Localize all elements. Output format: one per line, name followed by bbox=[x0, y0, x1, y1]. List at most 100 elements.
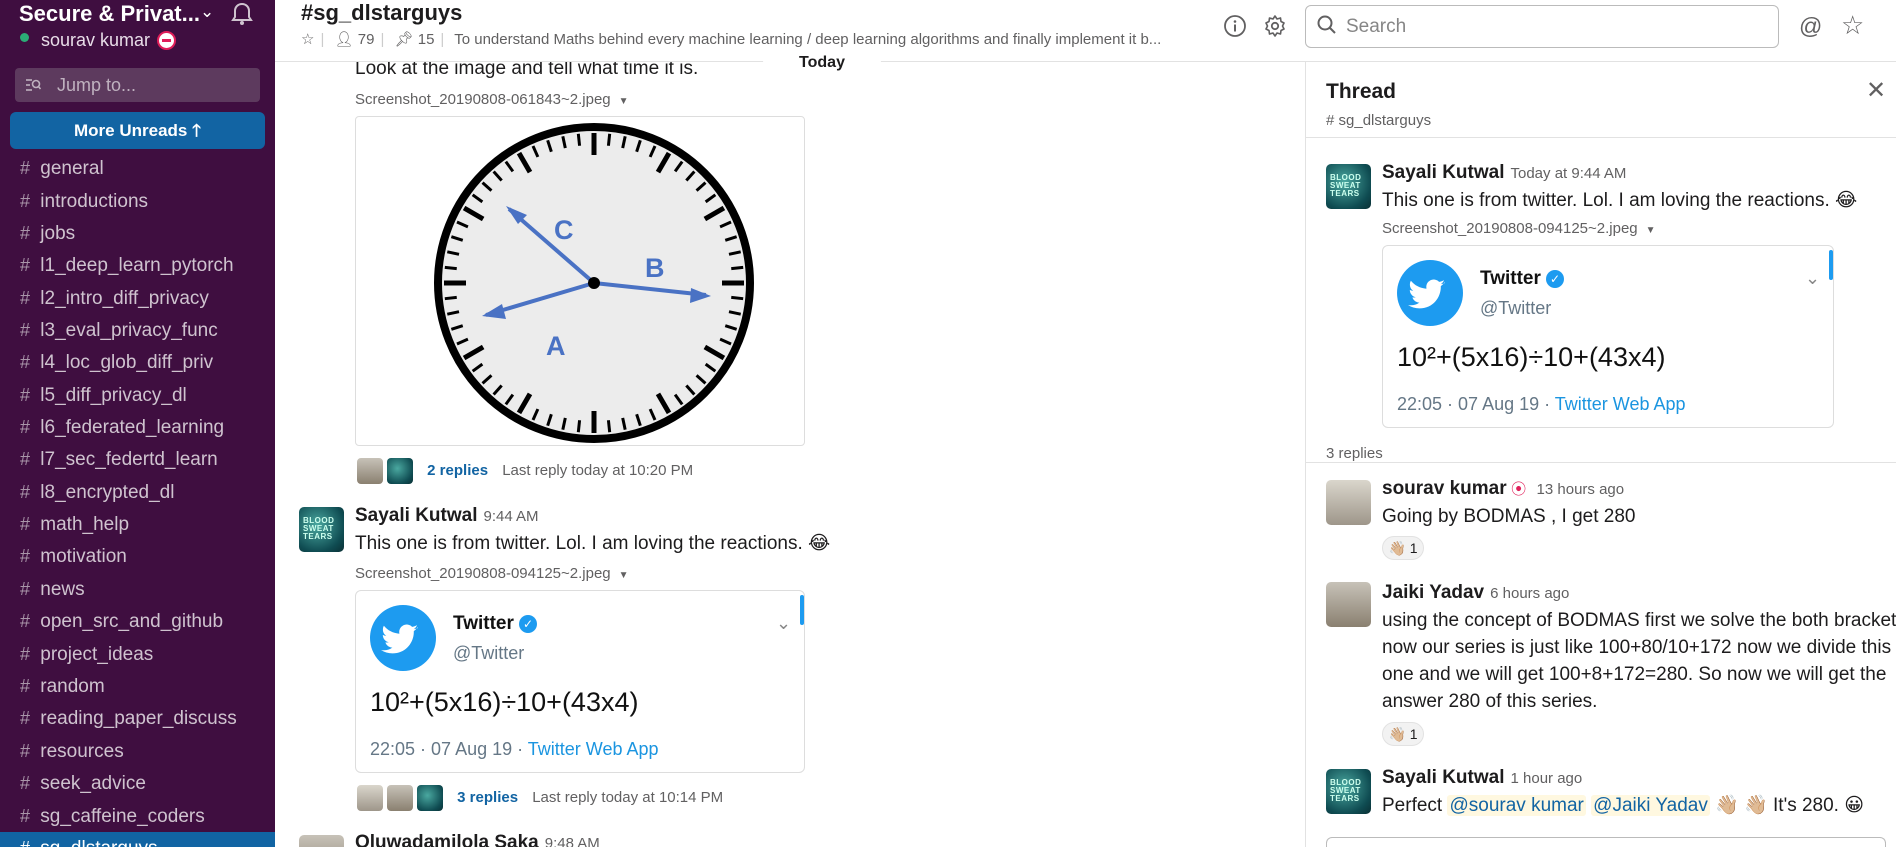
user-mention[interactable]: @sourav kumar bbox=[1447, 795, 1586, 816]
notification-bell-icon[interactable] bbox=[228, 0, 256, 28]
star-outline-icon[interactable]: ☆ bbox=[301, 31, 314, 48]
replies-link[interactable]: 2 replies bbox=[427, 462, 488, 479]
hash-icon: # bbox=[20, 191, 31, 211]
message-time[interactable]: 13 hours ago bbox=[1537, 481, 1625, 498]
thread-replies-bar[interactable]: 2 replies Last reply today at 10:20 PM bbox=[357, 458, 693, 488]
sidebar-item-sg-dlstarguys[interactable]: # sg_dlstarguys bbox=[0, 832, 275, 847]
more-unreads-button[interactable]: More Unreads 🡑 bbox=[10, 112, 265, 149]
caret-down-icon[interactable]: ▼ bbox=[619, 570, 629, 581]
starred-items-icon[interactable]: ☆ bbox=[1841, 10, 1864, 41]
file-name[interactable]: Screenshot_20190808-094125~2.jpeg bbox=[1382, 220, 1638, 237]
avatar[interactable] bbox=[1326, 480, 1371, 525]
sidebar-item-seek-advice[interactable]: # seek_advice bbox=[0, 767, 275, 799]
channel-label: jobs bbox=[40, 223, 76, 244]
thread-replies-bar[interactable]: 3 replies Last reply today at 10:14 PM bbox=[357, 785, 723, 815]
file-label[interactable]: Screenshot_20190808-094125~2.jpeg ▼ bbox=[355, 565, 629, 582]
avatar[interactable] bbox=[1326, 582, 1371, 627]
avatar bbox=[357, 785, 383, 811]
replies-link[interactable]: 3 replies bbox=[457, 789, 518, 806]
sender-name[interactable]: Sayali Kutwal bbox=[1382, 767, 1505, 788]
sidebar-item-random[interactable]: # random bbox=[0, 670, 275, 702]
sender-name[interactable]: Sayali Kutwal bbox=[355, 505, 478, 526]
gear-icon[interactable] bbox=[1263, 14, 1287, 38]
hash-icon: # bbox=[20, 255, 31, 275]
tweet-footer: 22:05 · 07 Aug 19 · Twitter Web App bbox=[370, 739, 659, 760]
chevron-down-icon[interactable]: ⌄ bbox=[200, 2, 214, 22]
sender-name[interactable]: sourav kumar bbox=[1382, 478, 1507, 499]
file-name[interactable]: Screenshot_20190808-061843~2.jpeg bbox=[355, 91, 611, 108]
workspace-name[interactable]: Secure & Privat... bbox=[19, 1, 200, 27]
jump-to-input[interactable]: Jump to... bbox=[15, 68, 260, 102]
tweet-image-attachment[interactable]: Twitter ✓ @Twitter ⌄ 10²+(5x16)÷10+(43x4… bbox=[1382, 245, 1834, 428]
pin-icon[interactable]: 📌︎ bbox=[395, 31, 414, 48]
clock-tick bbox=[731, 265, 744, 271]
sidebar-item-sg-caffeine[interactable]: # sg_caffeine_coders bbox=[0, 800, 275, 832]
sidebar-item-jobs[interactable]: # jobs bbox=[0, 217, 275, 249]
avatar[interactable]: BLOOD SWEAT TEARS bbox=[1326, 769, 1371, 814]
clock-label-b: B bbox=[645, 253, 665, 283]
info-icon[interactable] bbox=[1223, 14, 1247, 38]
sidebar-item-reading-paper[interactable]: # reading_paper_discuss bbox=[0, 702, 275, 734]
sidebar-item-general[interactable]: # general bbox=[0, 152, 275, 184]
sidebar-item-motivation[interactable]: # motivation bbox=[0, 540, 275, 572]
image-attachment[interactable]: A B C bbox=[355, 116, 805, 446]
sidebar-item-l4[interactable]: # l4_loc_glob_diff_priv bbox=[0, 346, 275, 378]
sidebar-item-l6[interactable]: # l6_federated_learning bbox=[0, 411, 275, 443]
channel-topic[interactable]: To understand Maths behind every machine… bbox=[454, 31, 1161, 48]
file-label[interactable]: Screenshot_20190808-061843~2.jpeg ▼ bbox=[355, 91, 629, 108]
sender-name[interactable]: Oluwadamilola Saka bbox=[355, 832, 539, 847]
hash-icon: # bbox=[20, 158, 31, 178]
sidebar-item-resources[interactable]: # resources bbox=[0, 735, 275, 767]
sidebar-item-math-help[interactable]: # math_help bbox=[0, 508, 275, 540]
message-time[interactable]: 1 hour ago bbox=[1511, 770, 1583, 787]
avatar[interactable]: BLOOD SWEAT TEARS bbox=[1326, 164, 1371, 209]
sidebar-item-l7[interactable]: # l7_sec_federtd_learn bbox=[0, 443, 275, 475]
file-name[interactable]: Screenshot_20190808-094125~2.jpeg bbox=[355, 565, 611, 582]
caret-down-icon[interactable]: ▼ bbox=[619, 96, 629, 107]
sender-name[interactable]: Jaiki Yadav bbox=[1382, 582, 1484, 603]
channel-label: l6_federated_learning bbox=[40, 417, 225, 438]
sidebar-item-l5[interactable]: # l5_diff_privacy_dl bbox=[0, 379, 275, 411]
current-user-name[interactable]: sourav kumar bbox=[41, 30, 150, 51]
clock-label-c: C bbox=[554, 215, 574, 245]
sidebar-item-introductions[interactable]: # introductions bbox=[0, 185, 275, 217]
avatar[interactable]: BLOOD SWEAT TEARS bbox=[299, 507, 344, 552]
file-label[interactable]: Screenshot_20190808-094125~2.jpeg ▼ bbox=[1382, 220, 1656, 237]
twitter-bird-icon bbox=[1397, 260, 1463, 326]
sidebar-item-open-src[interactable]: # open_src_and_github bbox=[0, 605, 275, 637]
reaction-wave[interactable]: 👋🏼 1 bbox=[1382, 722, 1424, 746]
members-icon[interactable]: 👤︎ bbox=[335, 31, 354, 48]
message-time[interactable]: 9:44 AM bbox=[484, 508, 539, 525]
mentions-icon[interactable]: @ bbox=[1799, 13, 1822, 40]
caret-down-icon[interactable]: ▼ bbox=[1646, 225, 1656, 236]
avatar[interactable] bbox=[299, 835, 344, 847]
sender-name[interactable]: Sayali Kutwal bbox=[1382, 162, 1505, 183]
sidebar-item-l3[interactable]: # l3_eval_privacy_func bbox=[0, 314, 275, 346]
member-count[interactable]: 79 bbox=[358, 31, 375, 48]
tweet-footer: 22:05 · 07 Aug 19 · Twitter Web App bbox=[1397, 394, 1686, 415]
channel-label: resources bbox=[40, 741, 124, 762]
message-time[interactable]: 6 hours ago bbox=[1490, 585, 1569, 602]
thread-channel[interactable]: # sg_dlstarguys bbox=[1326, 112, 1431, 129]
pinned-count[interactable]: 15 bbox=[418, 31, 435, 48]
channel-title[interactable]: #sg_dlstarguys bbox=[301, 0, 462, 26]
reaction-wave[interactable]: 👋🏼 1 bbox=[1382, 536, 1424, 560]
message-time[interactable]: 9:48 AM bbox=[545, 835, 600, 847]
channel-header: #sg_dlstarguys ☆ | 👤︎ 79 | 📌︎ 15 | To under… bbox=[275, 0, 1896, 62]
search-input[interactable]: Search bbox=[1305, 5, 1779, 48]
reply-composer[interactable] bbox=[1326, 837, 1886, 847]
tweet-image-attachment[interactable]: Twitter ✓ @Twitter ⌄ 10²+(5x16)÷10+(43x4… bbox=[355, 590, 805, 773]
sidebar-item-news[interactable]: # news bbox=[0, 573, 275, 605]
user-mention[interactable]: @Jaiki Yadav bbox=[1591, 795, 1710, 816]
sidebar-item-project-ideas[interactable]: # project_ideas bbox=[0, 638, 275, 670]
message-time[interactable]: Today at 9:44 AM bbox=[1511, 165, 1627, 182]
sidebar-item-l1[interactable]: # l1_deep_learn_pytorch bbox=[0, 249, 275, 281]
sidebar-item-l8[interactable]: # l8_encrypted_dl bbox=[0, 476, 275, 508]
message-text-line: now our series is just like 100+80/10+17… bbox=[1382, 637, 1892, 658]
sidebar-item-l2[interactable]: # l2_intro_diff_privacy bbox=[0, 282, 275, 314]
channel-label: math_help bbox=[40, 514, 130, 535]
message-header: Jaiki Yadav 6 hours ago bbox=[1382, 582, 1569, 604]
hash-icon: # bbox=[20, 644, 31, 664]
thread-channel-name[interactable]: sg_dlstarguys bbox=[1339, 112, 1432, 129]
close-icon[interactable]: ✕ bbox=[1866, 76, 1886, 105]
